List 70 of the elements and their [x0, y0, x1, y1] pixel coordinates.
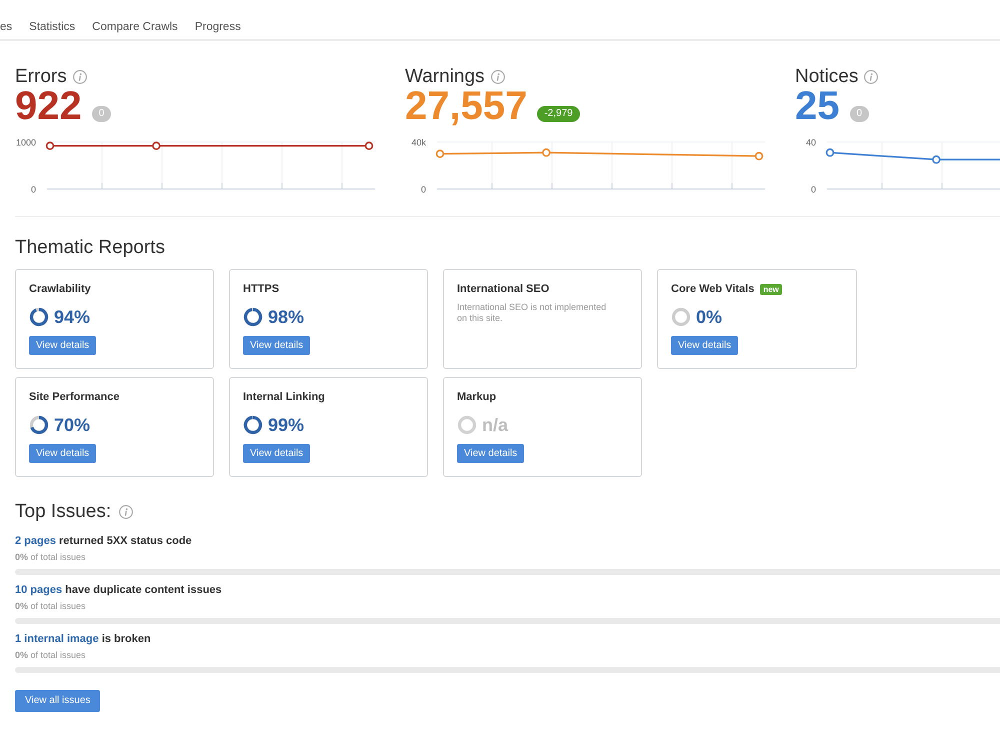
card-title: Core Web Vitals: [671, 282, 754, 296]
card-title: International SEO: [457, 282, 550, 296]
axis-tick-label: 1000: [16, 138, 36, 148]
info-icon[interactable]: [490, 70, 505, 84]
view-details-button[interactable]: View details: [671, 336, 738, 355]
score-value: 0%: [696, 306, 722, 328]
metric-title: Notices: [795, 66, 858, 88]
new-badge: new: [760, 284, 782, 294]
score-ring-icon: [457, 415, 477, 435]
issue-share: 0% of total issues: [15, 601, 86, 612]
score-value: 70%: [54, 414, 90, 436]
change-badge: 0: [850, 106, 870, 122]
issue-share: 0% of total issues: [15, 552, 86, 563]
metric-count: 27,557: [405, 88, 528, 124]
card-title: Markup: [457, 390, 496, 404]
info-icon[interactable]: [864, 70, 878, 84]
issue-link[interactable]: 10 pages: [15, 584, 62, 596]
card-title: Site Performance: [29, 390, 120, 404]
score-value: 99%: [268, 414, 304, 436]
axis-tick-label: 0: [420, 184, 426, 194]
chart-point: [152, 142, 160, 150]
issue-share: 0% of total issues: [15, 650, 86, 661]
chart-point: [826, 148, 834, 157]
score-ring-icon: [671, 307, 691, 327]
info-icon[interactable]: [72, 70, 87, 84]
chart-point: [46, 142, 54, 150]
score-ring-icon: [29, 415, 49, 435]
card-title: HTTPS: [243, 282, 280, 296]
issue-title: 2 pages returned 5XX status code: [15, 534, 192, 548]
issue-link[interactable]: 1 internal image: [15, 633, 99, 645]
view-details-button[interactable]: View details: [29, 336, 96, 355]
chart-point: [364, 142, 374, 150]
score-value: 98%: [268, 306, 304, 328]
score-ring-icon: [243, 307, 263, 327]
score-value: n/a: [482, 414, 508, 436]
metric-count: 922: [15, 88, 82, 124]
card-title: Internal Linking: [243, 390, 325, 404]
score-value: 94%: [54, 306, 90, 328]
chart-point: [754, 152, 764, 160]
card-note: International SEO is not implemented on this site.: [457, 302, 608, 324]
change-badge: 0: [92, 106, 112, 122]
issue-title: 1 internal image is broken: [15, 632, 151, 646]
view-details-button[interactable]: View details: [243, 336, 310, 355]
view-details-button[interactable]: View details: [457, 444, 524, 463]
section-title: Thematic Reports: [15, 237, 165, 259]
view-details-button[interactable]: View details: [29, 444, 96, 463]
score-ring-icon: [243, 415, 263, 435]
chart-point: [932, 155, 940, 164]
metric-title: Errors: [15, 66, 67, 88]
section-title: Top Issues:: [15, 501, 112, 523]
axis-tick-label: 0: [30, 184, 36, 194]
info-icon[interactable]: [119, 505, 134, 519]
nav-tab[interactable]: Compare Crawls: [92, 18, 178, 39]
change-badge: -2,979: [537, 106, 580, 122]
chart-point: [436, 150, 444, 158]
axis-tick-label: 0: [810, 184, 816, 194]
view-details-button[interactable]: View details: [243, 444, 310, 463]
nav-tab[interactable]: Statistics: [29, 18, 76, 39]
nav-tab[interactable]: Progress: [194, 18, 241, 39]
metric-count: 25: [795, 88, 840, 124]
nav-tab[interactable]: es: [0, 18, 12, 39]
issue-link[interactable]: 2 pages: [15, 535, 56, 547]
metric-title: Warnings: [405, 66, 485, 88]
axis-tick-label: 40: [806, 138, 816, 148]
score-ring-icon: [29, 307, 49, 327]
axis-tick-label: 40k: [411, 138, 426, 148]
card-title: Crawlability: [29, 282, 91, 296]
view-all-issues-button[interactable]: View all issues: [15, 690, 100, 712]
issue-title: 10 pages have duplicate content issues: [15, 583, 222, 597]
chart-point: [542, 148, 550, 157]
